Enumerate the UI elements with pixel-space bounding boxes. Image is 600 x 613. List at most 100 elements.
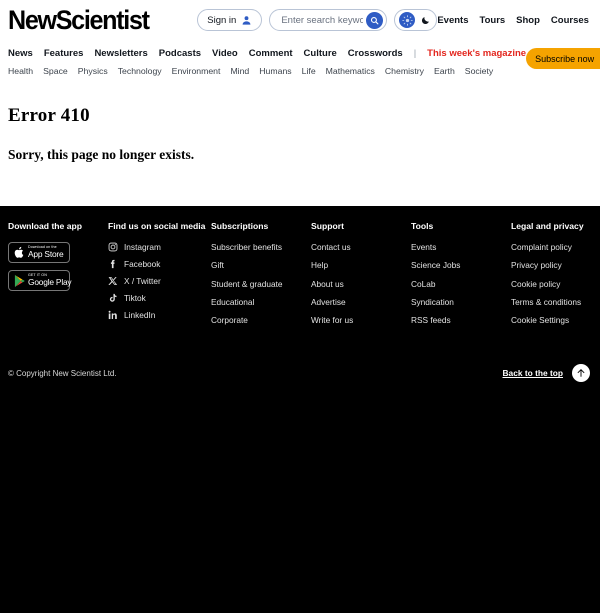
site-header: NewScientist Sign in <box>0 0 600 40</box>
social-label-tiktok-x: X / Twitter <box>124 276 161 286</box>
nav-item-news[interactable]: News <box>8 48 33 59</box>
app-store-badge[interactable]: Download on the App Store <box>8 242 70 263</box>
footer-link-science-jobs[interactable]: Science Jobs <box>411 260 511 270</box>
nav-item-physics[interactable]: Physics <box>78 66 108 76</box>
social-link-linkedin[interactable]: LinkedIn <box>108 310 211 320</box>
footer-column-tools: Tools Events Science Jobs CoLab Syndicat… <box>411 221 511 333</box>
sign-in-button[interactable]: Sign in <box>197 9 262 31</box>
back-to-top[interactable]: Back to the top <box>503 364 591 382</box>
nav-item-environment[interactable]: Environment <box>172 66 221 76</box>
search-input[interactable] <box>281 15 363 26</box>
header-top-links: Events Tours Shop Courses Jobs <box>437 15 600 26</box>
social-link-x-twitter[interactable]: X / Twitter <box>108 276 211 286</box>
footer-heading-subscriptions: Subscriptions <box>211 221 311 231</box>
footer-link-advertise[interactable]: Advertise <box>311 297 411 307</box>
sign-in-label: Sign in <box>207 15 236 26</box>
apple-icon <box>13 246 25 259</box>
footer-heading-tools: Tools <box>411 221 511 231</box>
nav-item-life[interactable]: Life <box>302 66 316 76</box>
footer-link-student-graduate[interactable]: Student & graduate <box>211 279 311 289</box>
copyright-text: © Copyright New Scientist Ltd. <box>8 369 117 378</box>
nav-item-crosswords[interactable]: Crosswords <box>348 48 403 59</box>
footer-column-social: Find us on social media Instagram Facebo… <box>108 221 211 327</box>
footer-link-cookie-settings[interactable]: Cookie Settings <box>511 315 600 325</box>
nav-divider: | <box>414 48 416 59</box>
google-play-badge[interactable]: GET IT ON Google Play <box>8 270 70 291</box>
nav-item-health[interactable]: Health <box>8 66 33 76</box>
footer-bottom-bar: © Copyright New Scientist Ltd. Back to t… <box>8 364 592 382</box>
nav-item-chemistry[interactable]: Chemistry <box>385 66 424 76</box>
x-twitter-icon <box>108 276 118 286</box>
nav-item-space[interactable]: Space <box>43 66 68 76</box>
nav-item-society[interactable]: Society <box>465 66 494 76</box>
footer-link-colab[interactable]: CoLab <box>411 279 511 289</box>
page-title: Error 410 <box>8 105 592 127</box>
footer-link-cookie-policy[interactable]: Cookie policy <box>511 279 600 289</box>
footer-link-write-for-us[interactable]: Write for us <box>311 315 411 325</box>
app-store-badge-bottom: App Store <box>28 250 63 259</box>
back-to-top-label[interactable]: Back to the top <box>503 368 564 378</box>
nav-primary-row: News Features Newsletters Podcasts Video… <box>8 44 526 62</box>
arrow-up-icon[interactable] <box>572 364 590 382</box>
footer-link-subscriber-benefits[interactable]: Subscriber benefits <box>211 242 311 252</box>
theme-toggle[interactable] <box>394 9 437 31</box>
header-controls: Sign in <box>197 9 437 31</box>
facebook-icon <box>108 259 118 269</box>
footer-heading-social: Find us on social media <box>108 221 211 231</box>
nav-item-culture[interactable]: Culture <box>304 48 337 59</box>
site-logo[interactable]: NewScientist <box>8 7 149 34</box>
footer-link-privacy-policy[interactable]: Privacy policy <box>511 260 600 270</box>
nav-item-earth[interactable]: Earth <box>434 66 455 76</box>
nav-item-technology[interactable]: Technology <box>118 66 162 76</box>
footer-link-educational[interactable]: Educational <box>211 297 311 307</box>
footer-link-complaint-policy[interactable]: Complaint policy <box>511 242 600 252</box>
social-label-linkedin: LinkedIn <box>124 310 155 320</box>
google-play-badge-bottom: Google Play <box>28 278 71 287</box>
footer-column-app: Download the app Download on the App Sto… <box>8 221 108 298</box>
footer-link-terms-conditions[interactable]: Terms & conditions <box>511 297 600 307</box>
search-box[interactable] <box>269 9 387 31</box>
nav-item-this-weeks-magazine[interactable]: This week's magazine <box>427 48 526 59</box>
footer-link-syndication[interactable]: Syndication <box>411 297 511 307</box>
moon-icon[interactable] <box>418 12 432 28</box>
footer-link-help[interactable]: Help <box>311 260 411 270</box>
nav-item-humans[interactable]: Humans <box>259 66 291 76</box>
subscribe-label: Subscribe now <box>535 54 594 64</box>
main-navigation: News Features Newsletters Podcasts Video… <box>0 40 600 79</box>
social-link-facebook[interactable]: Facebook <box>108 259 211 269</box>
footer-link-rss-feeds[interactable]: RSS feeds <box>411 315 511 325</box>
nav-item-video[interactable]: Video <box>212 48 238 59</box>
footer-link-corporate[interactable]: Corporate <box>211 315 311 325</box>
google-play-icon <box>13 274 25 287</box>
nav-item-features[interactable]: Features <box>44 48 84 59</box>
subscribe-now-button[interactable]: Subscribe now <box>526 48 600 69</box>
social-label-facebook: Facebook <box>124 259 160 269</box>
footer-heading-download-app: Download the app <box>8 221 108 231</box>
tiktok-icon <box>108 293 118 303</box>
footer-heading-support: Support <box>311 221 411 231</box>
nav-item-mind[interactable]: Mind <box>230 66 249 76</box>
footer-link-events[interactable]: Events <box>411 242 511 252</box>
nav-item-comment[interactable]: Comment <box>249 48 293 59</box>
search-submit-button[interactable] <box>366 12 383 29</box>
top-link-shop[interactable]: Shop <box>516 15 540 26</box>
footer-columns: Download the app Download on the App Sto… <box>8 221 592 333</box>
linkedin-icon <box>108 310 118 320</box>
social-link-tiktok[interactable]: Tiktok <box>108 293 211 303</box>
top-link-courses[interactable]: Courses <box>551 15 589 26</box>
footer-link-about-us[interactable]: About us <box>311 279 411 289</box>
site-footer: Download the app Download on the App Sto… <box>0 206 600 613</box>
nav-item-podcasts[interactable]: Podcasts <box>159 48 201 59</box>
footer-column-subscriptions: Subscriptions Subscriber benefits Gift S… <box>211 221 311 333</box>
social-link-instagram[interactable]: Instagram <box>108 242 211 252</box>
top-link-tours[interactable]: Tours <box>479 15 505 26</box>
sun-icon[interactable] <box>399 12 415 28</box>
nav-item-mathematics[interactable]: Mathematics <box>326 66 375 76</box>
footer-link-contact-us[interactable]: Contact us <box>311 242 411 252</box>
footer-link-gift[interactable]: Gift <box>211 260 311 270</box>
footer-column-support: Support Contact us Help About us Adverti… <box>311 221 411 333</box>
top-link-events[interactable]: Events <box>437 15 468 26</box>
social-label-tiktok: Tiktok <box>124 293 146 303</box>
nav-item-newsletters[interactable]: Newsletters <box>94 48 147 59</box>
social-label-instagram: Instagram <box>124 242 161 252</box>
